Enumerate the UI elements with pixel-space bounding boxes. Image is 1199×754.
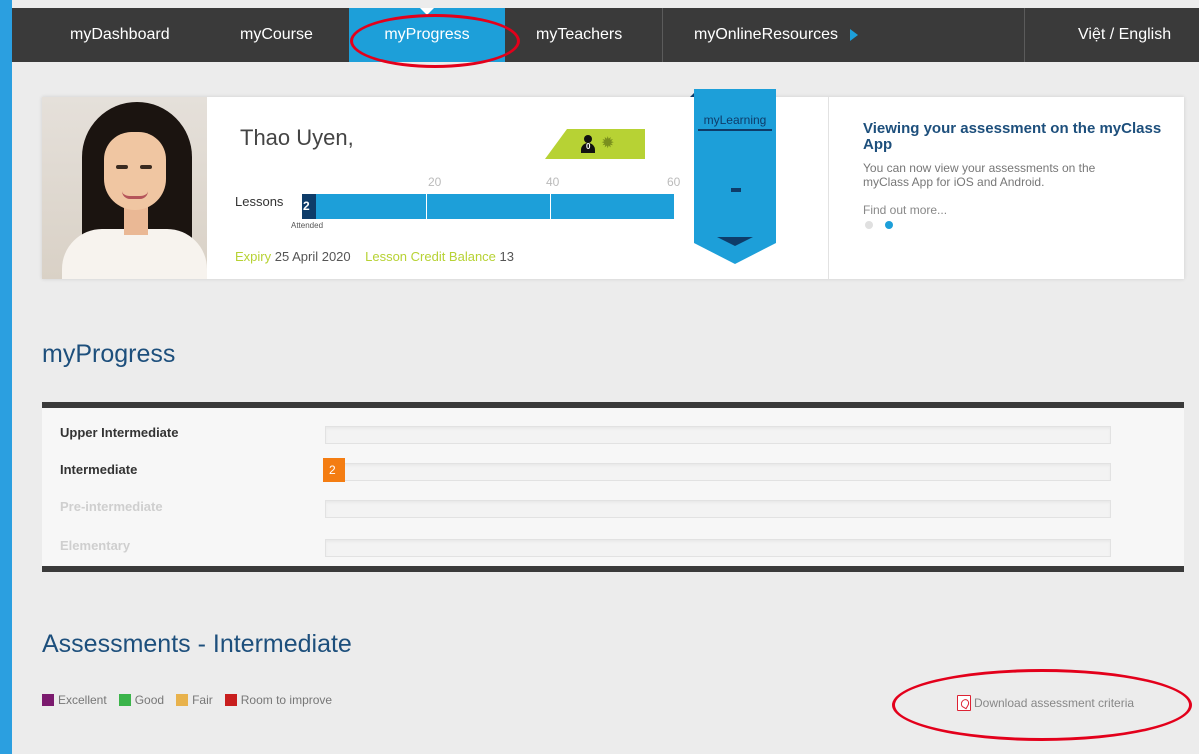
student-photo bbox=[42, 97, 207, 279]
legend-label: Good bbox=[134, 693, 165, 707]
nav-item-mycourse[interactable]: myCourse bbox=[240, 8, 313, 62]
expiry-row: Expiry 25 April 2020 Lesson Credit Balan… bbox=[235, 249, 514, 264]
level-row: Elementary bbox=[42, 529, 1184, 565]
profile-panel: Thao Uyen, 0 ✹ 20 40 60 Lessons 2 Attend… bbox=[42, 89, 1184, 279]
legend-label: Excellent bbox=[58, 693, 107, 707]
level-value-badge: 2 bbox=[323, 458, 345, 482]
expiry-label: Expiry bbox=[235, 249, 272, 264]
nav-item-label: myProgress bbox=[384, 26, 470, 43]
assessment-legend: Excellent Good Fair Room to improve bbox=[42, 693, 344, 707]
carousel-dot[interactable] bbox=[865, 221, 873, 229]
nav-item-label: myTeachers bbox=[536, 26, 623, 43]
carousel-dot-active[interactable] bbox=[885, 221, 893, 229]
chevron-down-icon bbox=[717, 237, 753, 246]
lessons-scale-tick: 40 bbox=[546, 175, 560, 189]
level-name: Upper Intermediate bbox=[60, 425, 179, 440]
nav-item-label: myDashboard bbox=[70, 26, 170, 43]
active-caret-icon bbox=[420, 8, 434, 15]
nav-item-myteachers[interactable]: myTeachers bbox=[536, 8, 622, 62]
legend-item: Fair bbox=[176, 693, 213, 707]
level-track bbox=[325, 426, 1111, 444]
minus-icon bbox=[731, 188, 741, 192]
find-out-more-link[interactable]: Find out more... bbox=[863, 203, 947, 217]
progress-title: myProgress bbox=[42, 340, 176, 368]
nav-divider bbox=[1024, 8, 1025, 62]
top-navigation: myDashboard myCourse myProgress myTeache… bbox=[12, 8, 1199, 62]
lessons-label: Lessons bbox=[235, 194, 284, 209]
app-frame: myDashboard myCourse myProgress myTeache… bbox=[12, 0, 1199, 754]
download-label: Download assessment criteria bbox=[974, 696, 1135, 710]
badge-count: 0 bbox=[586, 142, 591, 151]
nav-item-myonlineresources[interactable]: myOnlineResources bbox=[694, 8, 859, 62]
credit-balance-label: Lesson Credit Balance bbox=[365, 249, 496, 264]
nav-item-mydashboard[interactable]: myDashboard bbox=[70, 8, 170, 62]
level-name: Intermediate bbox=[60, 462, 138, 477]
legend-swatch bbox=[224, 694, 237, 706]
level-track bbox=[325, 500, 1111, 518]
level-row: Pre-intermediate bbox=[42, 490, 1184, 526]
nav-item-myprogress[interactable]: myProgress bbox=[349, 8, 505, 62]
lessons-progress-bar: 2 bbox=[302, 194, 674, 219]
level-track bbox=[325, 463, 1111, 481]
mylearning-ribbon[interactable]: myLearning bbox=[694, 89, 776, 264]
language-label: Việt / English bbox=[1078, 26, 1172, 43]
lessons-scale-tick: 60 bbox=[667, 175, 681, 189]
expiry-date: 25 April 2020 bbox=[274, 249, 351, 264]
gear-icon: ✹ bbox=[601, 135, 615, 152]
pdf-icon bbox=[957, 695, 971, 711]
legend-label: Fair bbox=[192, 693, 213, 707]
play-arrow-icon bbox=[850, 29, 859, 41]
legend-label: Room to improve bbox=[240, 693, 333, 707]
nav-item-label: myCourse bbox=[240, 26, 313, 43]
level-name: Pre-intermediate bbox=[60, 499, 163, 514]
legend-swatch bbox=[118, 694, 131, 706]
news-panel: Viewing your assessment on the myClass A… bbox=[828, 97, 1184, 279]
lessons-scale-tick: 20 bbox=[428, 175, 442, 189]
student-name: Thao Uyen, bbox=[240, 125, 354, 150]
language-switcher[interactable]: Việt / English bbox=[1078, 8, 1171, 62]
level-track bbox=[325, 539, 1111, 557]
news-body: You can now view your assessments on the… bbox=[863, 161, 1096, 189]
legend-item: Excellent bbox=[42, 693, 107, 707]
news-headline: Viewing your assessment on the myClass A… bbox=[863, 120, 1162, 153]
legend-item: Room to improve bbox=[224, 693, 333, 707]
achievement-badge[interactable]: 0 ✹ bbox=[545, 129, 645, 159]
legend-item: Good bbox=[118, 693, 165, 707]
level-row: Upper Intermediate bbox=[42, 416, 1184, 452]
level-name: Elementary bbox=[60, 538, 131, 553]
lessons-attended-count: 2 bbox=[302, 194, 316, 219]
download-assessment-criteria-link[interactable]: Download assessment criteria bbox=[957, 695, 1134, 711]
legend-swatch bbox=[42, 694, 54, 706]
mylearning-title: myLearning bbox=[698, 113, 772, 131]
nav-item-label: myOnlineResources bbox=[694, 26, 839, 43]
legend-swatch bbox=[176, 694, 189, 706]
credit-balance-value: 13 bbox=[499, 249, 515, 264]
student-info: Thao Uyen, 0 ✹ 20 40 60 Lessons 2 Attend… bbox=[215, 97, 693, 279]
assessments-title: Assessments - Intermediate bbox=[42, 630, 352, 658]
level-progress-panel: Upper Intermediate Intermediate 2 Pre-in… bbox=[42, 402, 1184, 572]
level-row: Intermediate 2 bbox=[42, 453, 1184, 489]
nav-divider bbox=[662, 8, 663, 62]
attended-label: Attended bbox=[291, 221, 324, 230]
